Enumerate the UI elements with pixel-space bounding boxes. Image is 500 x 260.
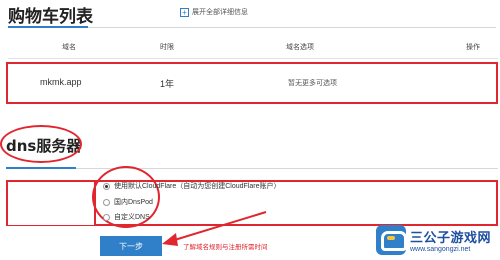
expand-all-link[interactable]: + 展开全部详细信息 — [180, 7, 248, 17]
column-header-action: 操作 — [466, 44, 480, 51]
dns-title-divider — [6, 168, 498, 169]
table-header-divider — [8, 58, 498, 59]
dns-option-dnspod[interactable]: 国内DnsPod — [103, 197, 153, 207]
watermark-url: www.sangongzi.net — [410, 246, 471, 253]
column-header-period: 时限 — [160, 44, 174, 51]
radio-icon[interactable] — [103, 198, 110, 206]
plus-icon: + — [180, 7, 189, 17]
radio-icon[interactable] — [103, 213, 110, 221]
dns-title-accent — [6, 167, 76, 169]
dns-option-cloudflare[interactable]: 使用默认CloudFlare（自动为您创建CloudFlare账户） — [103, 181, 280, 191]
cart-title: 购物车列表 — [8, 7, 93, 27]
cart-title-accent — [8, 26, 88, 28]
gamepad-logo-icon — [376, 225, 407, 255]
dns-option-custom[interactable]: 自定义DNS — [103, 212, 150, 222]
cell-period: 1年 — [160, 79, 175, 89]
annotation-note: 了解域名规则与注册所需时间 — [183, 244, 268, 251]
cell-options: 暂无更多可选项 — [288, 80, 337, 87]
dns-option-label: 自定义DNS — [114, 214, 150, 221]
column-header-domain: 域名 — [62, 44, 76, 51]
dns-option-label: 国内DnsPod — [114, 199, 153, 206]
expand-all-label: 展开全部详细信息 — [192, 9, 248, 16]
next-step-button[interactable]: 下一步 — [100, 236, 162, 256]
column-header-options: 域名选项 — [286, 44, 314, 51]
dns-options-highlight-left — [6, 180, 94, 226]
dns-title-highlight — [0, 125, 82, 163]
radio-selected-icon[interactable] — [103, 182, 110, 190]
cell-domain: mkmk.app — [40, 77, 82, 87]
watermark-name: 三公子游戏网 — [410, 231, 492, 246]
site-watermark: 三公子游戏网 www.sangongzi.net — [376, 222, 498, 258]
dns-option-label: 使用默认CloudFlare（自动为您创建CloudFlare账户） — [114, 183, 281, 190]
